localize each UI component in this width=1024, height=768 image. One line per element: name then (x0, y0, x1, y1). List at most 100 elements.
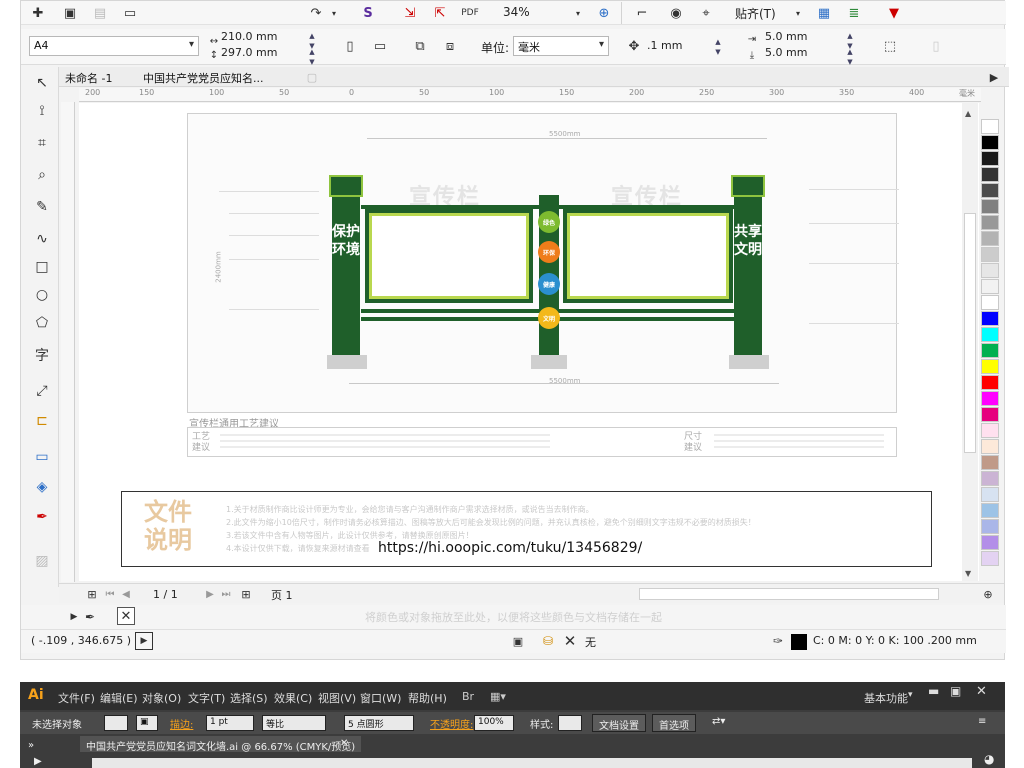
import-icon[interactable]: ⇲ (401, 4, 419, 22)
all-pages-icon[interactable]: ⧉ (411, 37, 429, 55)
current-page-icon[interactable]: ⧈ (441, 37, 459, 55)
vertical-scrollbar[interactable]: ▲ ▼ (962, 103, 978, 581)
vertical-ruler[interactable] (61, 102, 75, 582)
add-page-before-icon[interactable]: ⊞ (83, 585, 101, 603)
source-url[interactable]: https://hi.ooopic.com/tuku/13456829/ (378, 540, 642, 556)
corel-connect-icon[interactable]: S (359, 4, 377, 22)
menu-help[interactable]: 帮助(H) (408, 690, 447, 706)
menu-effect[interactable]: 效果(C) (274, 690, 312, 706)
palette-swatch[interactable] (981, 327, 999, 342)
minimize-icon[interactable]: ▬ (928, 684, 939, 698)
nudge-field[interactable]: .1 mm (647, 39, 682, 52)
palette-swatch[interactable] (981, 311, 999, 326)
palette-swatch[interactable] (981, 231, 999, 246)
zoom-tool-icon[interactable]: ⌕ (31, 165, 53, 185)
palette-swatch[interactable] (981, 439, 999, 454)
palette-swatch[interactable] (981, 167, 999, 182)
close-window-icon[interactable]: ✕ (976, 684, 987, 699)
palette-swatch[interactable] (981, 199, 999, 214)
menu-view[interactable]: 视图(V) (318, 690, 356, 706)
open-folder-icon[interactable]: ▣ (61, 4, 79, 22)
palette-swatch[interactable] (981, 215, 999, 230)
close-tab-icon[interactable]: ▢ (303, 68, 321, 86)
page-tab[interactable]: 页 1 (271, 587, 293, 603)
palette-swatch[interactable] (981, 519, 999, 534)
palette-swatch[interactable] (981, 535, 999, 550)
menu-edit[interactable]: 编辑(E) (100, 690, 138, 706)
eyedropper-icon[interactable]: ✒ (31, 507, 53, 527)
full-screen-icon[interactable]: ⊕ (595, 4, 613, 22)
arrange-icon[interactable]: ⇄▾ (712, 716, 725, 727)
palette-swatch[interactable] (981, 263, 999, 278)
text-tool-icon[interactable]: 字 (31, 345, 53, 365)
new-document-icon[interactable]: ✚ (29, 4, 47, 22)
tab-document[interactable]: 中国共产党党员应知名... (137, 67, 270, 87)
duplicate-y-field[interactable]: 5.0 mm (765, 46, 807, 59)
no-color-swatch[interactable] (981, 119, 999, 134)
add-page-after-icon[interactable]: ⊞ (237, 585, 255, 603)
close-doc-tab-icon[interactable]: ✕ (340, 738, 348, 749)
duplicate-x-field[interactable]: 5.0 mm (765, 30, 807, 43)
dimension-tool-icon[interactable]: ⤢ (31, 381, 53, 401)
arrange-documents-icon[interactable]: ▦▾ (490, 690, 506, 703)
rectangle-tool-icon[interactable]: □ (31, 257, 53, 277)
print-icon[interactable]: ▭ (121, 4, 139, 22)
save-icon[interactable]: ▤ (91, 4, 109, 22)
menu-object[interactable]: 对象(O) (142, 690, 181, 706)
variable-width-profile[interactable]: 等比 (262, 715, 326, 731)
dup-y-spinner[interactable]: ▲ ▼ (843, 47, 857, 67)
connector-tool-icon[interactable]: ⊏ (31, 411, 53, 431)
illustrator-document-tab[interactable]: 中国共产党党员应知名词文化墙.ai @ 66.67% (CMYK/预览) (80, 736, 362, 753)
view-icon[interactable]: ◉ (667, 4, 685, 22)
polygon-tool-icon[interactable]: ⬠ (31, 313, 53, 333)
palette-swatch[interactable] (981, 375, 999, 390)
menu-type[interactable]: 文字(T) (188, 690, 225, 706)
artistic-media-icon[interactable]: ∿ (31, 229, 53, 249)
page-size-select[interactable]: A4 (29, 36, 199, 56)
chevron-down-icon[interactable]: ▾ (325, 4, 343, 22)
publish-pdf-icon[interactable]: PDF (461, 4, 479, 22)
palette-swatch[interactable] (981, 503, 999, 518)
redo-icon[interactable]: ↷ (307, 4, 325, 22)
menu-window[interactable]: 窗口(W) (360, 690, 401, 706)
chevron-down-icon[interactable]: ▾ (908, 690, 913, 700)
stroke-color-swatch[interactable]: ▣ (136, 715, 158, 731)
application-launcher-icon[interactable]: ≣ (845, 4, 863, 22)
eyedropper-small-icon[interactable]: ✒ (81, 608, 99, 626)
bridge-icon[interactable]: Br (462, 690, 474, 703)
palette-swatch[interactable] (981, 551, 999, 566)
palette-swatch[interactable] (981, 391, 999, 406)
workspace-switcher[interactable]: 基本功能 (864, 690, 908, 706)
page-height-field[interactable]: 297.0 mm (221, 46, 277, 59)
scroll-up-icon[interactable]: ▲ (965, 109, 971, 118)
no-color-swatch-icon[interactable]: ✕ (117, 607, 135, 625)
tab-untitled[interactable]: 未命名 -1 (59, 67, 118, 87)
fill-color-swatch[interactable] (104, 715, 128, 731)
palette-swatch[interactable] (981, 151, 999, 166)
stroke-weight-field[interactable]: 1 pt (206, 715, 254, 731)
collapse-panel-icon[interactable]: » (28, 740, 34, 751)
export-icon[interactable]: ⇱ (431, 4, 449, 22)
page-width-field[interactable]: 210.0 mm (221, 30, 277, 43)
shape-tool-icon[interactable]: ⟟ (31, 101, 53, 121)
height-spinner[interactable]: ▲ ▼ (305, 47, 319, 67)
palette-swatch[interactable] (981, 183, 999, 198)
status-play-icon[interactable]: ▶ (135, 632, 153, 650)
palette-swatch[interactable] (981, 343, 999, 358)
menu-select[interactable]: 选择(S) (230, 690, 268, 706)
last-page-icon[interactable]: ⏭ (217, 585, 235, 603)
palette-swatch[interactable] (981, 247, 999, 262)
horizontal-ruler[interactable]: 200 150 100 50 0 50 100 150 200 250 300 … (79, 88, 981, 102)
vertical-scroll-thumb[interactable] (964, 213, 976, 453)
landscape-icon[interactable]: ▭ (371, 37, 389, 55)
options-icon[interactable]: ▦ (815, 4, 833, 22)
color-palette[interactable] (981, 119, 1001, 583)
panel-menu-icon[interactable]: ≡ (978, 716, 986, 727)
palette-swatch[interactable] (981, 455, 999, 470)
welcome-screen-icon[interactable]: ▼ (885, 4, 903, 22)
pick-tool-icon[interactable]: ↖ (31, 73, 53, 93)
snap-to-dropdown[interactable]: 贴齐(T) (735, 5, 776, 22)
fill-tool-icon[interactable]: ▨ (31, 551, 53, 571)
scroll-tabs-right-icon[interactable]: ▶ (985, 68, 1003, 86)
units-select[interactable]: 毫米 (513, 36, 609, 56)
